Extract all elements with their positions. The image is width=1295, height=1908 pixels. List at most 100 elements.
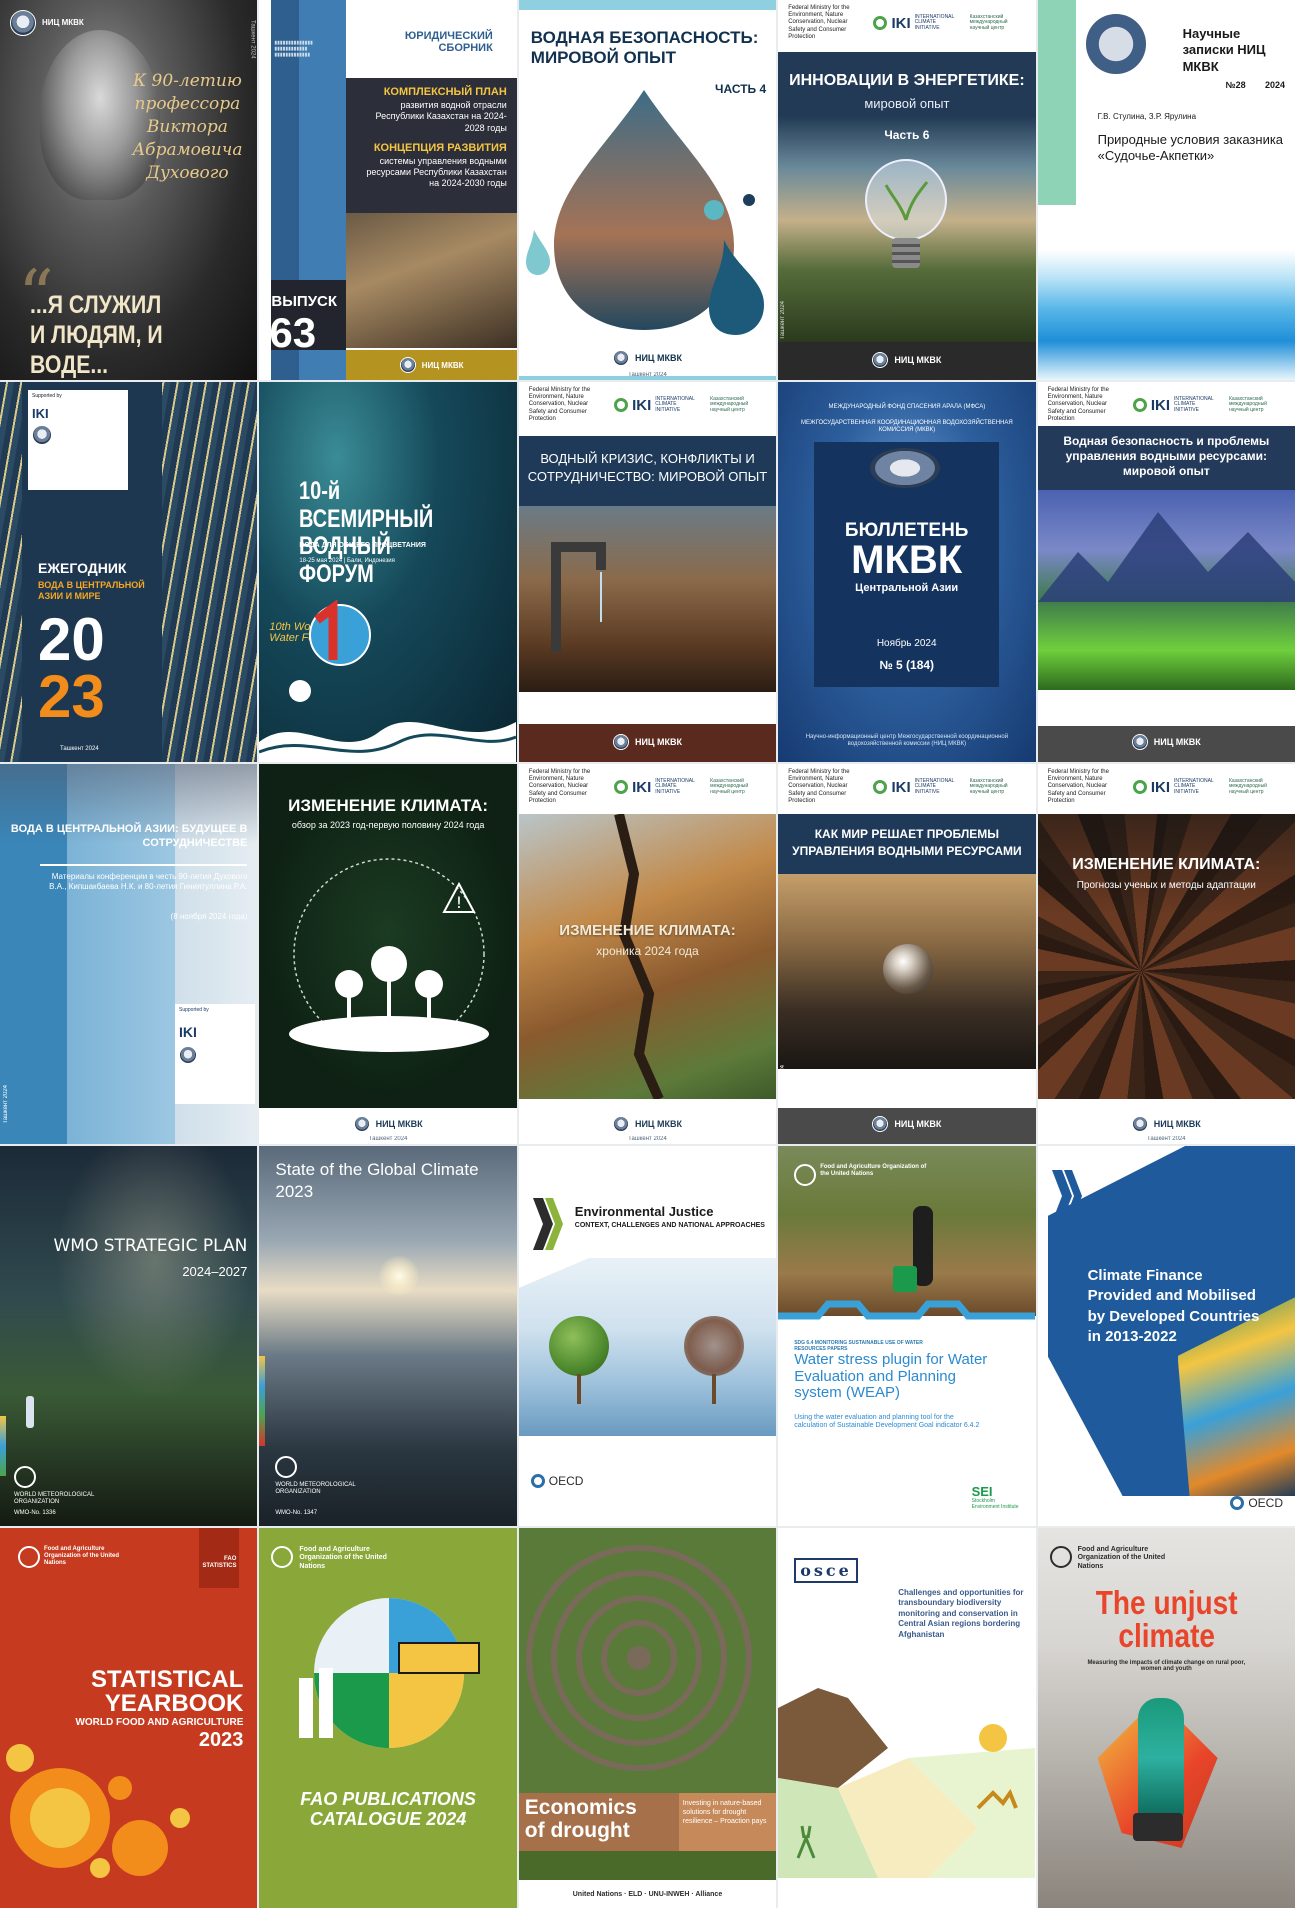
svg-text:!: ! <box>456 893 462 912</box>
cover-energy-innovations-part6[interactable]: Federal Ministry for the Environment, Na… <box>778 0 1036 380</box>
subtitle: мировой опыт <box>864 96 950 111</box>
concept-text: системы управления водными ресурсами Рес… <box>366 155 507 189</box>
wave-icon <box>259 722 517 762</box>
brand: OECD <box>1248 1496 1283 1510</box>
cover-dukhovny-anniversary[interactable]: НИЦ МКВК К 90-летию профессора Виктора А… <box>0 0 258 380</box>
brand: НИЦ МКВК <box>634 1119 682 1129</box>
title: Водная безопасность и проблемы управлени… <box>1063 434 1270 478</box>
brand: НИЦ МКВК <box>1153 1119 1201 1129</box>
cover-wmo-strategic-plan[interactable]: WMO STRATEGIC PLAN 2024–2027 WORLD METEO… <box>0 1146 258 1526</box>
ministry-header: ▮▮▮▮▮▮▮▮▮▮▮▮▮▮ ▮▮▮▮▮▮▮▮▮▮▮▮ ▮▮▮▮▮▮▮▮▮▮▮▮▮ <box>274 40 313 58</box>
nic-icwc-logo-icon <box>1085 14 1146 74</box>
anniversary-script: К 90-летию профессора Виктора Абрамовича… <box>132 71 243 183</box>
city: Ташкент 2024 <box>628 1136 667 1142</box>
cover-fao-statistical-yearbook[interactable]: Food and Agriculture Organization of the… <box>0 1528 258 1908</box>
year: 2024 <box>1264 80 1285 90</box>
subtitle: Investing in nature-based solutions for … <box>682 1800 767 1825</box>
issue-label: ВЫПУСК <box>271 293 338 310</box>
subtitle: ВОДА ДЛЯ ОБЩЕГО ПРОЦВЕТАНИЯ <box>299 542 426 549</box>
partner-logos: Federal Ministry for the Environment, Na… <box>528 769 749 804</box>
fao-statistics-tag: FAO STATISTICS <box>199 1528 240 1588</box>
oecd-chevrons-icon <box>532 1198 563 1250</box>
subtitle: CONTEXT, CHALLENGES AND NATIONAL APPROAC… <box>574 1222 765 1229</box>
cover-water-security-part4[interactable]: ВОДНАЯ БЕЗОПАСНОСТЬ: МИРОВОЙ ОПЫТ ЧАСТЬ … <box>518 0 777 380</box>
cover-water-security-management[interactable]: Federal Ministry for the Environment, Na… <box>1037 382 1295 762</box>
healthy-tree-icon <box>548 1316 609 1376</box>
cover-climate-forecasts-adaptation[interactable]: Federal Ministry for the Environment, Na… <box>1037 764 1295 1144</box>
cover-climate-finance[interactable]: Climate Finance Provided and Mobilised b… <box>1037 1146 1295 1526</box>
partner-logos: Federal Ministry for the Environment, Na… <box>788 769 1008 804</box>
org-name: Food and Agriculture Organization of the… <box>820 1164 927 1178</box>
title: ИННОВАЦИИ В ЭНЕРГЕТИКЕ: <box>789 72 1025 89</box>
faucet-icon <box>550 542 606 652</box>
plan-title: КОМПЛЕКСНЫЙ ПЛАН <box>383 86 507 98</box>
subtitle: Using the water evaluation and planning … <box>794 1414 980 1430</box>
mountains-icon <box>1037 512 1295 602</box>
globe-telescope-icon <box>299 1598 481 1748</box>
side-city: Ташкент 2024 <box>3 1085 9 1124</box>
cover-environmental-justice[interactable]: Environmental Justice CONTEXT, CHALLENGE… <box>518 1146 777 1526</box>
cover-yearbook-2023[interactable]: Supported by IKI ЕЖЕГОДНИК ВОДА В ЦЕНТРА… <box>0 382 258 762</box>
brand: НИЦ МКВК <box>634 737 682 747</box>
person-with-light-icon <box>26 1396 34 1428</box>
year: 2023 <box>275 1182 314 1201</box>
conference-text: Материалы конференции в честь 90-летия Д… <box>49 872 248 892</box>
cover-osce-biodiversity[interactable]: osce Challenges and opportunities for tr… <box>778 1528 1036 1908</box>
cover-the-unjust-climate[interactable]: Food and Agriculture Organization of the… <box>1037 1528 1295 1908</box>
title: Научные записки НИЦ МКВК <box>1182 26 1266 74</box>
partner-logos: Supported by IKI <box>175 1004 255 1104</box>
nic-icwc-logo-icon <box>612 1116 629 1132</box>
side-city: Ташкент 2024 <box>780 1065 787 1104</box>
nic-icwc-logo-icon <box>872 1116 889 1132</box>
issue-number: №28 <box>1225 80 1246 90</box>
nic-icwc-logo-icon <box>612 734 629 750</box>
title-2: climate <box>1117 1617 1215 1654</box>
bulletin-footer: Научно-информационный центр Межгосударст… <box>805 733 1009 747</box>
cover-economics-of-drought[interactable]: Economics of drought Investing in nature… <box>518 1528 777 1908</box>
cover-scientific-notes-28[interactable]: Научные записки НИЦ МКВК №28 2024 Г.В. С… <box>1037 0 1295 380</box>
year-bottom: 23 <box>38 663 105 730</box>
milky-way <box>0 1146 258 1476</box>
cover-water-central-asia-future[interactable]: ВОДА В ЦЕНТРАЛЬНОЙ АЗИИ: БУДУЩЕЕ В СОТРУ… <box>0 764 258 1144</box>
spiral-garden-icon <box>518 1528 776 1793</box>
cover-water-crisis[interactable]: Federal Ministry for the Environment, Na… <box>518 382 777 762</box>
cover-how-world-solves-water[interactable]: Federal Ministry for the Environment, Na… <box>778 764 1036 1144</box>
org-name: WORLD METEOROLOGICAL ORGANIZATION <box>14 1492 95 1506</box>
cover-climate-change-review[interactable]: ИЗМЕНЕНИЕ КЛИМАТА: обзор за 2023 год-пер… <box>259 764 517 1144</box>
cover-fao-publications-catalogue[interactable]: Food and Agriculture Organization of the… <box>259 1528 517 1908</box>
water-splash <box>1037 250 1295 380</box>
subtitle: WORLD FOOD AND AGRICULTURE <box>75 1717 244 1728</box>
water-drop-icon <box>525 90 764 335</box>
partner-logos: Federal Ministry for the Environment, Na… <box>788 5 1008 40</box>
publications-grid: НИЦ МКВК К 90-летию профессора Виктора А… <box>0 0 1295 1908</box>
cover-state-of-global-climate[interactable]: State of the Global Climate 2023 WORLD M… <box>259 1146 517 1526</box>
woman-figure <box>1137 1698 1184 1818</box>
wmo-code: WMO-No. 1347 <box>275 1510 318 1516</box>
title: ВОДА В ЦЕНТРАЛЬНОЙ АЗИИ: БУДУЩЕЕ В СОТРУ… <box>10 823 248 850</box>
authors: Г.В. Стулина, З.Р. Ярулина <box>1097 112 1197 121</box>
issue-number: 63 <box>269 309 317 356</box>
oecd-logo-icon <box>1230 1496 1245 1510</box>
globe-trees-icon: ! <box>289 858 490 1052</box>
bulletin-date: Ноябрь 2024 <box>876 638 937 649</box>
subtitle: хроника 2024 года <box>596 944 699 958</box>
cover-water-stress-weap[interactable]: Food and Agriculture Organization of the… <box>778 1146 1036 1526</box>
partner-logos: Federal Ministry for the Environment, Na… <box>1047 769 1267 804</box>
partner-logos: United Nations · ELD · UNU-INWEH · Allia… <box>518 1880 777 1908</box>
quote-line-2: И ЛЮДЯМ, И ВОДЕ... <box>30 321 163 379</box>
forum-emblem-icon <box>309 600 372 666</box>
cover-climate-chronicle-2024[interactable]: Federal Ministry for the Environment, Na… <box>518 764 777 1144</box>
paper-title: Природные условия заказника «Судочье-Акп… <box>1097 132 1284 164</box>
event-date: 18-25 мая 2024 | Бали, Индонезия <box>299 558 395 564</box>
cover-icwc-bulletin[interactable]: МЕЖДУНАРОДНЫЙ ФОНД СПАСЕНИЯ АРАЛА (МФСА)… <box>778 382 1036 762</box>
brand: OECD <box>548 1474 584 1488</box>
nic-icwc-logo-icon <box>399 357 416 373</box>
cover-legal-digest-63[interactable]: ▮▮▮▮▮▮▮▮▮▮▮▮▮▮ ▮▮▮▮▮▮▮▮▮▮▮▮ ▮▮▮▮▮▮▮▮▮▮▮▮▮ … <box>259 0 517 380</box>
sei-logo: SEI <box>971 1484 993 1499</box>
cover-world-water-forum[interactable]: 10-й ВСЕМИРНЫЙ ВОДНЫЙ ФОРУМ ВОДА ДЛЯ ОБЩ… <box>259 382 517 762</box>
title: ИЗМЕНЕНИЕ КЛИМАТА: <box>288 796 489 815</box>
yearbook-label: ЕЖЕГОДНИК <box>38 560 127 576</box>
light-bulb-icon <box>865 159 948 268</box>
title: Water stress plugin for Water Evaluation… <box>794 1351 988 1401</box>
brand: НИЦ МКВК <box>894 355 942 365</box>
